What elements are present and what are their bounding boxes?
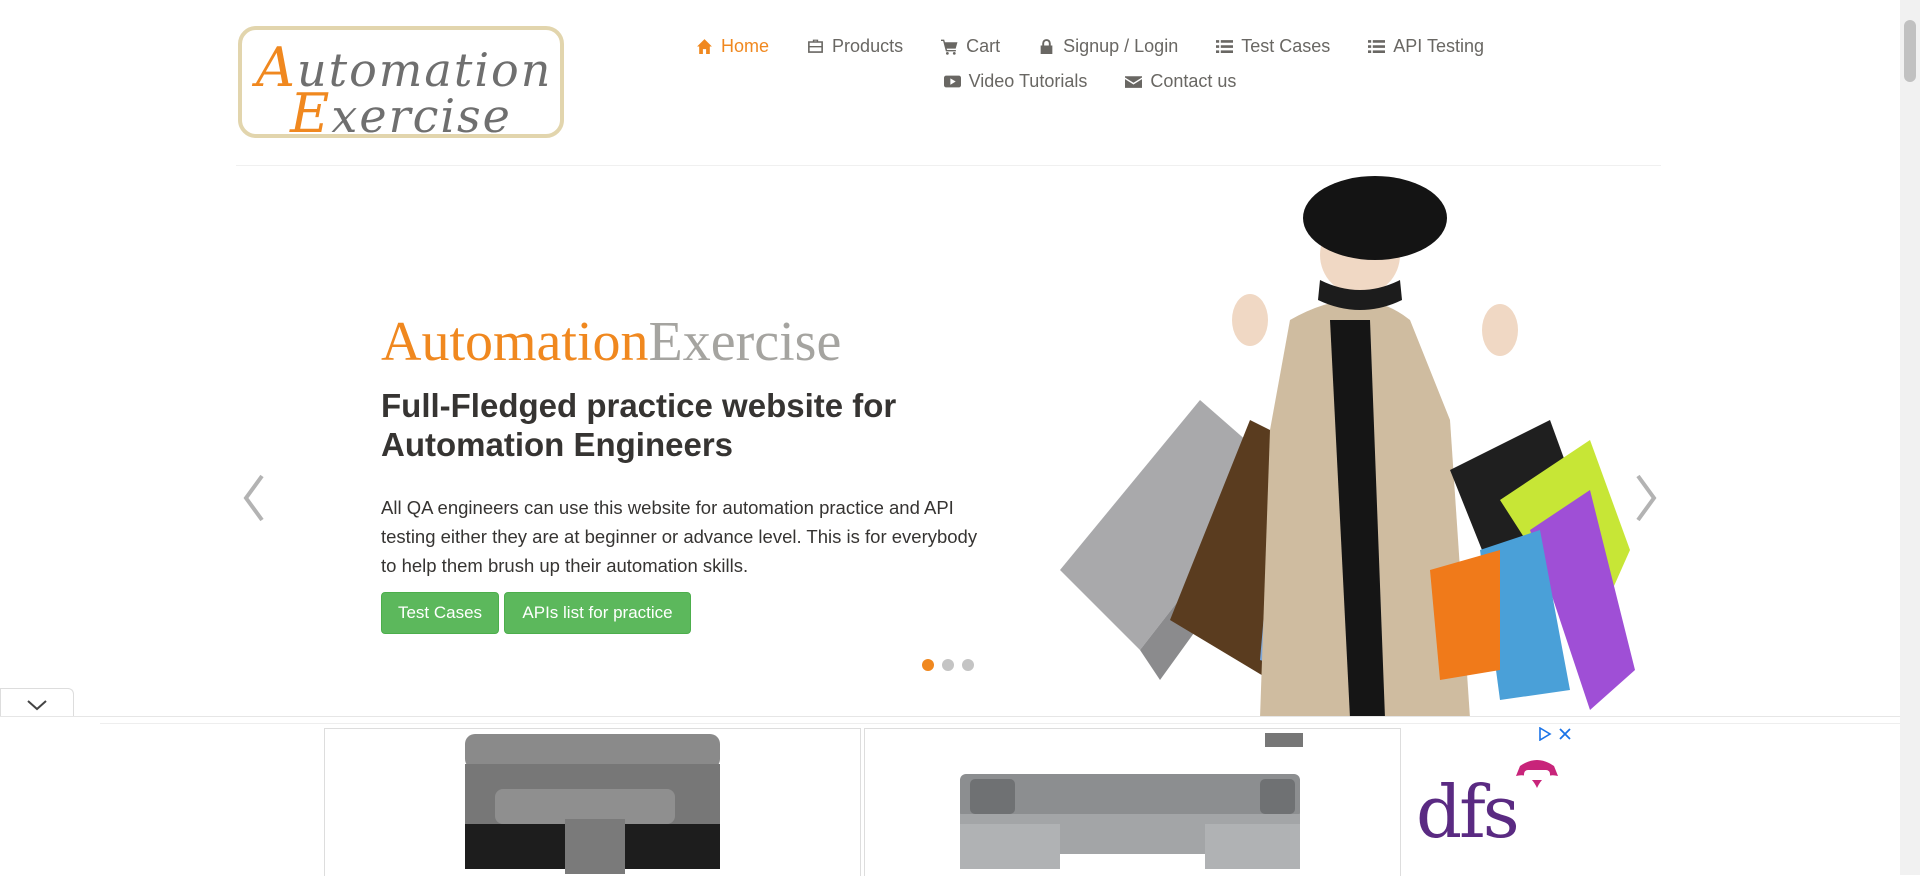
nav-video-tutorials-label: Video Tutorials: [968, 71, 1088, 91]
sectional-sofa-image: [960, 733, 1303, 869]
lock-icon: [1040, 39, 1053, 54]
nav-contact-us[interactable]: Contact us: [1125, 71, 1236, 92]
ad-product-sectional-sofa[interactable]: [864, 728, 1401, 876]
list-icon: [1216, 40, 1234, 53]
nav-home-label: Home: [721, 36, 770, 56]
nav-contact-us-label: Contact us: [1150, 71, 1237, 91]
cart-icon: [941, 39, 958, 55]
nav-row-2: Video Tutorials Contact us: [700, 71, 1480, 92]
model-shopping-bags-image: [1060, 176, 1635, 718]
apis-list-button[interactable]: APIs list for practice: [504, 592, 691, 634]
corner-sofa-image: [465, 734, 720, 874]
carousel-prev-button[interactable]: [238, 470, 268, 526]
nav-products[interactable]: Products: [807, 36, 903, 57]
ad-divider: [100, 723, 1900, 724]
chevron-down-icon: [27, 700, 47, 711]
chevron-left-icon: [243, 474, 264, 522]
home-icon: [697, 39, 712, 54]
nav-video-tutorials[interactable]: Video Tutorials: [943, 71, 1088, 92]
carousel-indicators: [922, 659, 974, 671]
nav-products-label: Products: [832, 36, 904, 56]
scrollbar-thumb[interactable]: [1904, 20, 1916, 82]
carousel-dot-3[interactable]: [962, 659, 974, 671]
list-icon: [1368, 40, 1386, 53]
dfs-brand-ad[interactable]: dfs: [1404, 728, 1579, 875]
nav-row-1: Home Products Cart Signup / Login Test C…: [697, 36, 1484, 57]
nav-cart[interactable]: Cart: [941, 36, 1000, 57]
page-scrollbar[interactable]: [1900, 0, 1920, 875]
adchoices-icon[interactable]: [1538, 727, 1552, 741]
main-nav: Home Products Cart Signup / Login Test C…: [697, 36, 1484, 106]
slide-heading: Full-Fledged practice website for Automa…: [381, 387, 897, 463]
slide-brand-title: AutomationExercise: [381, 311, 842, 373]
slide-description: All QA engineers can use this website fo…: [381, 497, 978, 576]
nav-api-testing-label: API Testing: [1393, 36, 1484, 56]
ad-product-corner-chair[interactable]: [324, 728, 861, 876]
nav-api-testing[interactable]: API Testing: [1368, 36, 1484, 57]
envelope-icon: [1125, 76, 1143, 88]
dfs-logo-text: dfs: [1416, 770, 1520, 854]
nav-test-cases[interactable]: Test Cases: [1216, 36, 1330, 57]
briefcase-icon: [808, 39, 823, 53]
carousel-dot-2[interactable]: [942, 659, 954, 671]
nav-cart-label: Cart: [966, 36, 1001, 56]
test-cases-button[interactable]: Test Cases: [381, 592, 499, 634]
carousel-dot-1[interactable]: [922, 659, 934, 671]
youtube-icon: [943, 75, 961, 88]
logo-line-2: Exercise: [290, 82, 512, 145]
nav-signup-login[interactable]: Signup / Login: [1038, 36, 1178, 57]
sofa-icon: [1516, 760, 1558, 788]
ad-info-controls: [1538, 727, 1572, 741]
nav-test-cases-label: Test Cases: [1241, 36, 1331, 56]
nav-signup-login-label: Signup / Login: [1063, 36, 1179, 56]
close-icon[interactable]: [1558, 727, 1572, 741]
header-divider: [236, 165, 1661, 166]
site-logo[interactable]: Automation Exercise: [238, 26, 564, 145]
nav-home[interactable]: Home: [696, 36, 769, 57]
